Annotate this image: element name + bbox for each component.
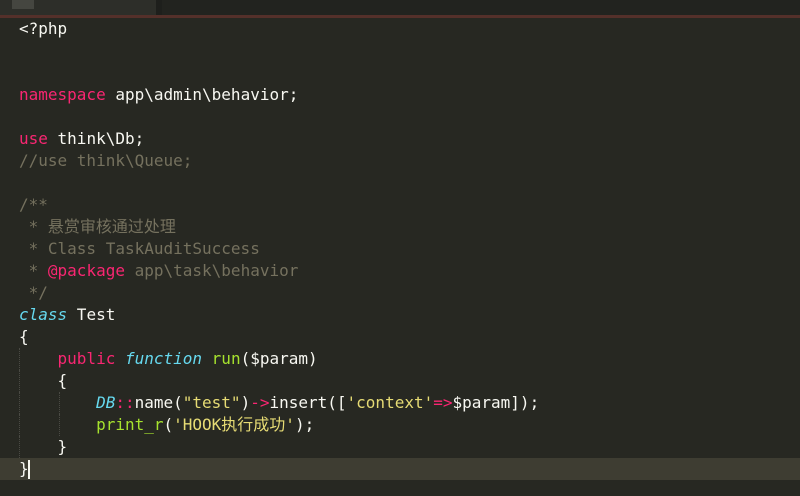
- print-function: print_r: [96, 415, 164, 434]
- indent-guide: [19, 370, 20, 392]
- db-class: DB: [96, 393, 116, 412]
- scope-operator: ::: [115, 393, 135, 412]
- code-line: print_r('HOOK执行成功');: [19, 414, 800, 436]
- tab-bar: [0, 0, 800, 18]
- code-line: */: [19, 282, 800, 304]
- doc-comment-star: *: [19, 261, 48, 280]
- method-name: run: [211, 349, 241, 368]
- method-params: ($param): [240, 349, 318, 368]
- class-name: Test: [67, 305, 116, 324]
- indent-guide: [19, 414, 20, 436]
- code-area[interactable]: <?php namespace app\admin\behavior; use …: [0, 18, 800, 480]
- code-editor[interactable]: <?php namespace app\admin\behavior; use …: [0, 0, 800, 496]
- doc-comment-line: * 悬赏审核通过处理: [19, 217, 176, 236]
- indent-guide: [59, 392, 60, 414]
- indent-guide: [59, 414, 60, 436]
- method-brace-close: }: [57, 437, 68, 456]
- print-tail: );: [294, 415, 315, 434]
- use-keyword: use: [19, 129, 48, 148]
- php-open-tag: <?php: [19, 19, 68, 38]
- insert-call: insert([: [269, 393, 347, 412]
- indent-guide: [19, 436, 20, 458]
- code-line: <?php: [19, 18, 800, 40]
- class-keyword: class: [19, 305, 68, 324]
- code-line: public function run($param): [19, 348, 800, 370]
- test-string: "test": [182, 393, 241, 412]
- namespace-path: app\admin\behavior;: [105, 85, 299, 104]
- code-line: DB::name("test")->insert(['context'=>$pa…: [19, 392, 800, 414]
- code-line: /**: [19, 194, 800, 216]
- tab-inactive[interactable]: [162, 0, 800, 16]
- indent-guide: [19, 348, 20, 370]
- insert-tail: $param]);: [452, 393, 540, 412]
- double-arrow-operator: =>: [433, 393, 453, 412]
- namespace-keyword: namespace: [19, 85, 106, 104]
- tab-file-icon: [12, 0, 34, 9]
- context-key: 'context': [346, 393, 434, 412]
- doc-comment-open: /**: [19, 195, 48, 214]
- tab-active[interactable]: [0, 0, 156, 16]
- class-brace-open: {: [19, 327, 29, 346]
- code-line: * Class TaskAuditSuccess: [19, 238, 800, 260]
- function-keyword: function: [124, 349, 203, 368]
- code-line: {: [19, 326, 800, 348]
- code-line: use think\Db;: [19, 128, 800, 150]
- method-brace-open: {: [57, 371, 68, 390]
- use-path: think\Db;: [47, 129, 145, 148]
- code-line: }: [19, 436, 800, 458]
- doc-comment-close: */: [19, 283, 48, 302]
- code-line: class Test: [19, 304, 800, 326]
- doc-tag: @package: [47, 261, 125, 280]
- code-line: {: [19, 370, 800, 392]
- public-keyword: public: [57, 349, 116, 368]
- code-line: * 悬赏审核通过处理: [19, 216, 800, 238]
- text-cursor: [27, 460, 30, 479]
- name-call: name(: [134, 393, 183, 412]
- code-line: //use think\Queue;: [19, 150, 800, 172]
- open-paren: (: [163, 415, 174, 434]
- indent-guide: [19, 392, 20, 414]
- close-paren: ): [240, 393, 251, 412]
- doc-tag-value: app\task\behavior: [124, 261, 299, 280]
- hook-string: 'HOOK执行成功': [173, 415, 295, 434]
- commented-use-statement: //use think\Queue;: [19, 151, 193, 170]
- arrow-operator: ->: [250, 393, 270, 412]
- code-line: * @package app\task\behavior: [19, 260, 800, 282]
- code-line: namespace app\admin\behavior;: [19, 84, 800, 106]
- doc-comment-line: * Class TaskAuditSuccess: [19, 239, 260, 258]
- current-line[interactable]: }: [0, 458, 800, 480]
